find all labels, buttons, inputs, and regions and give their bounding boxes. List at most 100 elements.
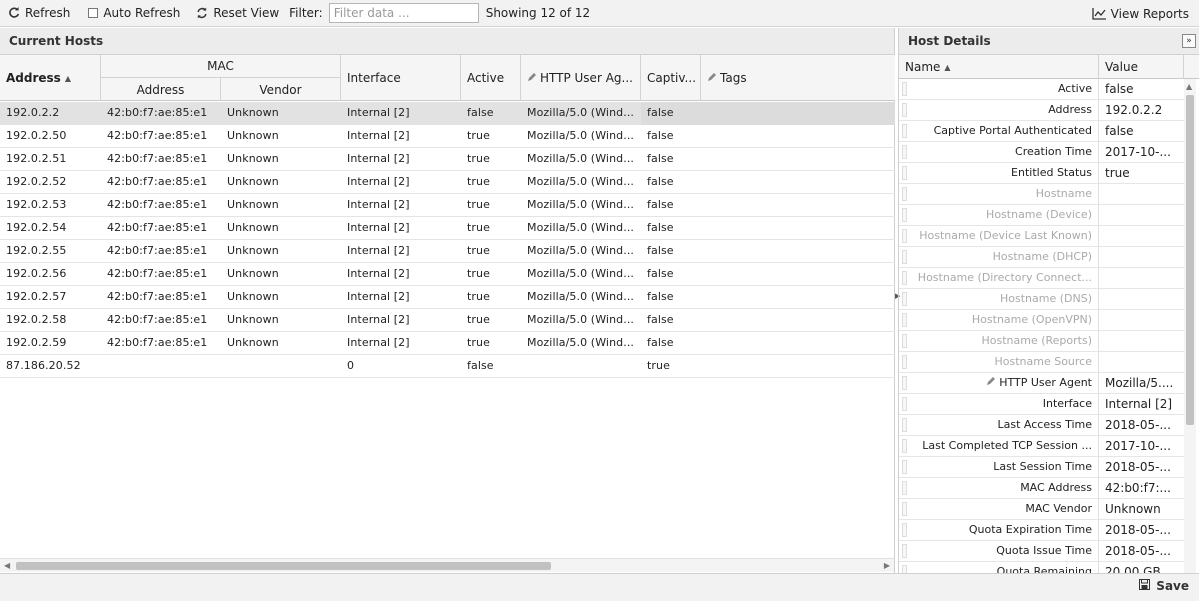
table-row[interactable]: 87.186.20.52 0 false true [0,355,895,378]
property-row[interactable]: Interface Internal [2] [899,394,1184,415]
property-row[interactable]: Hostname (OpenVPN) [899,310,1184,331]
column-header-name[interactable]: Name ▲ [899,55,1099,79]
cell-mac-vendor: Unknown [227,106,279,119]
property-name-label: Captive Portal Authenticated [933,124,1092,137]
cell-tags[interactable] [701,332,895,355]
cell-http-user-agent[interactable]: Mozilla/5.0 (Wind... [521,240,641,263]
cell-http-user-agent[interactable]: Mozilla/5.0 (Wind... [521,309,641,332]
column-header-mac-address[interactable]: Address [101,78,221,101]
property-row[interactable]: Quota Issue Time 2018-05-... [899,541,1184,562]
scroll-left-icon[interactable]: ◀ [4,561,10,570]
table-row[interactable]: 192.0.2.52 42:b0:f7:ae:85:e1 Unknown Intern… [0,171,895,194]
row-handle [902,229,907,243]
cell-tags[interactable] [701,194,895,217]
reset-view-button[interactable]: Reset View [190,2,285,24]
cell-http-user-agent[interactable]: Mozilla/5.0 (Wind... [521,332,641,355]
pencil-icon [527,71,537,85]
cell-active: true [467,129,490,142]
refresh-button[interactable]: Refresh [2,2,76,24]
property-row[interactable]: Captive Portal Authenticated false [899,121,1184,142]
horizontal-scrollbar[interactable]: ◀ ▶ [0,558,894,572]
property-row[interactable]: Creation Time 2017-10-... [899,142,1184,163]
property-row[interactable]: Hostname (DNS) [899,289,1184,310]
property-row[interactable]: Hostname [899,184,1184,205]
horizontal-scroll-thumb[interactable] [16,562,551,570]
auto-refresh-checkbox[interactable]: Auto Refresh [82,2,186,24]
column-header-http-user-agent[interactable]: HTTP User Ag... [521,55,641,101]
cell-tags[interactable] [701,217,895,240]
view-reports-button[interactable]: View Reports [1086,3,1195,25]
table-row[interactable]: 192.0.2.55 42:b0:f7:ae:85:e1 Unknown Intern… [0,240,895,263]
table-row[interactable]: 192.0.2.54 42:b0:f7:ae:85:e1 Unknown Intern… [0,217,895,240]
column-header-captive[interactable]: Captiv... [641,55,701,101]
property-row[interactable]: Hostname (Directory Connect... [899,268,1184,289]
cell-http-user-agent[interactable]: Mozilla/5.0 (Wind... [521,125,641,148]
cell-interface: Internal [2] [347,106,410,119]
property-row[interactable]: MAC Vendor Unknown [899,499,1184,520]
cell-captive: false [647,267,674,280]
table-row[interactable]: 192.0.2.51 42:b0:f7:ae:85:e1 Unknown Intern… [0,148,895,171]
table-row[interactable]: 192.0.2.2 42:b0:f7:ae:85:e1 Unknown Interna… [0,102,895,125]
property-row[interactable]: Last Completed TCP Session ... 2017-10-..… [899,436,1184,457]
column-header-interface[interactable]: Interface [341,55,461,101]
property-row[interactable]: HTTP User Agent Mozilla/5.... [899,373,1184,394]
table-row[interactable]: 192.0.2.53 42:b0:f7:ae:85:e1 Unknown Intern… [0,194,895,217]
property-row[interactable]: Entitled Status true [899,163,1184,184]
scroll-up-icon[interactable]: ▲ [1186,82,1192,91]
cell-address: 192.0.2.56 [6,267,67,280]
cell-tags[interactable] [701,355,895,378]
table-row[interactable]: 192.0.2.57 42:b0:f7:ae:85:e1 Unknown Intern… [0,286,895,309]
scroll-right-icon[interactable]: ▶ [884,561,890,570]
cell-http-user-agent[interactable]: Mozilla/5.0 (Wind... [521,194,641,217]
cell-captive: true [647,359,670,372]
table-row[interactable]: 192.0.2.59 42:b0:f7:ae:85:e1 Unknown Intern… [0,332,895,355]
property-row[interactable]: Last Access Time 2018-05-... [899,415,1184,436]
cell-http-user-agent[interactable]: Mozilla/5.0 (Wind... [521,148,641,171]
cell-tags[interactable] [701,102,895,125]
property-row[interactable]: MAC Address 42:b0:f7:... [899,478,1184,499]
property-row[interactable]: Hostname (DHCP) [899,247,1184,268]
property-row[interactable]: Hostname (Device) [899,205,1184,226]
property-row[interactable]: Active false [899,79,1184,100]
cell-http-user-agent[interactable]: Mozilla/5.0 (Wind... [521,102,641,125]
table-row[interactable]: 192.0.2.58 42:b0:f7:ae:85:e1 Unknown Intern… [0,309,895,332]
cell-tags[interactable] [701,286,895,309]
cell-tags[interactable] [701,125,895,148]
property-row[interactable]: Quota Expiration Time 2018-05-... [899,520,1184,541]
column-header-value[interactable]: Value [1099,55,1184,79]
save-button[interactable]: Save [1139,579,1189,593]
column-header-mac-vendor[interactable]: Vendor [221,78,341,101]
property-value[interactable]: Mozilla/5.... [1099,373,1184,394]
cell-tags[interactable] [701,263,895,286]
cell-http-user-agent[interactable]: Mozilla/5.0 (Wind... [521,286,641,309]
cell-http-user-agent[interactable]: Mozilla/5.0 (Wind... [521,263,641,286]
property-row[interactable]: Hostname Source [899,352,1184,373]
vertical-scroll-thumb[interactable] [1186,95,1194,425]
table-row[interactable]: 192.0.2.56 42:b0:f7:ae:85:e1 Unknown Intern… [0,263,895,286]
cell-tags[interactable] [701,240,895,263]
cell-http-user-agent[interactable]: Mozilla/5.0 (Wind... [521,217,641,240]
row-handle [902,544,907,558]
property-row[interactable]: Hostname (Device Last Known) [899,226,1184,247]
property-row[interactable]: Quota Remaining 20.00 GB [899,562,1184,573]
cell-http-user-agent[interactable] [521,355,641,378]
column-header-address[interactable]: Address ▲ [0,55,101,101]
property-row[interactable]: Last Session Time 2018-05-... [899,457,1184,478]
property-row[interactable]: Hostname (Reports) [899,331,1184,352]
table-row[interactable]: 192.0.2.50 42:b0:f7:ae:85:e1 Unknown Intern… [0,125,895,148]
vertical-scrollbar[interactable]: ▲ [1184,79,1196,573]
cell-tags[interactable] [701,309,895,332]
column-header-active[interactable]: Active [461,55,521,101]
double-chevron-right-icon[interactable]: » [1182,34,1196,48]
column-header-tags[interactable]: Tags [701,55,895,101]
cell-tags[interactable] [701,148,895,171]
cell-mac-address: 42:b0:f7:ae:85:e1 [107,129,208,142]
cell-tags[interactable] [701,171,895,194]
cell-active: true [467,336,490,349]
property-name: Quota Remaining [909,562,1099,573]
cell-http-user-agent[interactable]: Mozilla/5.0 (Wind... [521,171,641,194]
cell-mac-vendor: Unknown [227,336,279,349]
property-row[interactable]: Address 192.0.2.2 [899,100,1184,121]
filter-input[interactable] [328,3,479,23]
checkbox-icon[interactable] [88,8,99,18]
